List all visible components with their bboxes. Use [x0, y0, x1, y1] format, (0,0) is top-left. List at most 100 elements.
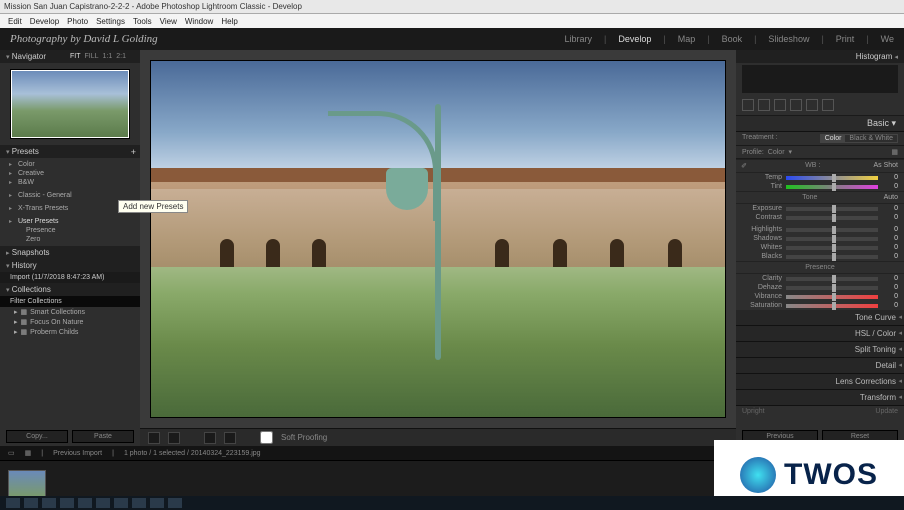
clarity-slider[interactable]	[786, 277, 878, 281]
exposure-value[interactable]: 0	[882, 205, 898, 212]
menu-window[interactable]: Window	[185, 17, 213, 26]
tint-slider[interactable]	[786, 185, 878, 189]
module-web[interactable]: We	[881, 34, 894, 44]
vibrance-value[interactable]: 0	[882, 293, 898, 300]
filmstrip-thumb[interactable]	[8, 470, 46, 498]
preset-zero[interactable]: Zero	[4, 235, 136, 244]
before-after-icon[interactable]	[168, 432, 180, 444]
saturation-slider[interactable]	[786, 304, 878, 308]
treatment-color[interactable]: Color	[821, 135, 846, 142]
panel-transform[interactable]: Transform	[736, 390, 904, 406]
blacks-value[interactable]: 0	[882, 253, 898, 260]
panel-split-toning[interactable]: Split Toning	[736, 342, 904, 358]
flag-icon[interactable]	[204, 432, 216, 444]
vibrance-slider[interactable]	[786, 295, 878, 299]
tint-value[interactable]: 0	[882, 183, 898, 190]
shadows-slider[interactable]	[786, 237, 878, 241]
temp-value[interactable]: 0	[882, 174, 898, 181]
preset-group-creative[interactable]: Creative	[4, 169, 136, 178]
nav-zoom-fill[interactable]: FILL	[85, 53, 99, 60]
module-slideshow[interactable]: Slideshow	[768, 34, 809, 44]
basic-panel-header[interactable]: Basic ▾	[736, 116, 904, 132]
panel-detail[interactable]: Detail	[736, 358, 904, 374]
taskbar-item[interactable]	[60, 498, 74, 508]
taskbar-start-icon[interactable]	[6, 498, 20, 508]
navigator-thumbnail[interactable]	[10, 69, 130, 139]
taskbar-item[interactable]	[42, 498, 56, 508]
panel-lens-corrections[interactable]: Lens Corrections	[736, 374, 904, 390]
collection-proberm[interactable]: ▸▦Proberm Childs	[0, 327, 140, 337]
menu-help[interactable]: Help	[221, 17, 237, 26]
menu-edit[interactable]: Edit	[8, 17, 22, 26]
taskbar-item[interactable]	[114, 498, 128, 508]
wb-picker-icon[interactable]: ✐	[736, 162, 752, 170]
preset-group-classic[interactable]: Classic - General	[4, 191, 136, 200]
taskbar-item[interactable]	[24, 498, 38, 508]
history-import-row[interactable]: Import (11/7/2018 8:47:23 AM)	[0, 272, 140, 283]
clarity-value[interactable]: 0	[882, 275, 898, 282]
copy-button[interactable]: Copy...	[6, 430, 68, 443]
nav-zoom-1-1[interactable]: 1:1	[103, 53, 113, 60]
reject-icon[interactable]	[224, 432, 236, 444]
taskbar-item[interactable]	[150, 498, 164, 508]
history-header[interactable]: ▾ History	[0, 259, 140, 272]
module-develop[interactable]: Develop	[618, 34, 651, 44]
menu-settings[interactable]: Settings	[96, 17, 125, 26]
grad-filter-icon[interactable]	[790, 99, 802, 111]
collection-smart[interactable]: ▸▦Smart Collections	[0, 307, 140, 317]
preset-group-color[interactable]: Color	[4, 160, 136, 169]
navigator-header[interactable]: ▾ Navigator FIT FILL 1:1 2:1	[0, 50, 140, 63]
preset-group-bw[interactable]: B&W	[4, 178, 136, 187]
snapshots-header[interactable]: ▸ Snapshots	[0, 246, 140, 259]
preset-presence[interactable]: Presence	[4, 226, 136, 235]
dehaze-slider[interactable]	[786, 286, 878, 290]
treatment-bw[interactable]: Black & White	[845, 135, 897, 142]
menu-view[interactable]: View	[160, 17, 177, 26]
radial-filter-icon[interactable]	[806, 99, 818, 111]
loupe-image[interactable]	[150, 60, 726, 418]
saturation-value[interactable]: 0	[882, 302, 898, 309]
dehaze-value[interactable]: 0	[882, 284, 898, 291]
grid-icon[interactable]: ▦	[25, 449, 32, 457]
preset-group-xtrans[interactable]: X-Trans Presets	[4, 204, 136, 213]
taskbar-item[interactable]	[96, 498, 110, 508]
exposure-slider[interactable]	[786, 207, 878, 211]
whites-slider[interactable]	[786, 246, 878, 250]
taskbar-item[interactable]	[168, 498, 182, 508]
panel-hsl-color[interactable]: HSL / Color	[736, 326, 904, 342]
temp-slider[interactable]	[786, 176, 878, 180]
module-print[interactable]: Print	[836, 34, 855, 44]
upright-update[interactable]: Update	[875, 408, 898, 415]
collections-header[interactable]: ▾ Collections	[0, 283, 140, 296]
menu-develop[interactable]: Develop	[30, 17, 59, 26]
filter-collections[interactable]: Filter Collections	[0, 296, 140, 307]
soft-proofing-checkbox[interactable]	[260, 431, 273, 444]
module-book[interactable]: Book	[722, 34, 743, 44]
highlights-value[interactable]: 0	[882, 226, 898, 233]
blacks-slider[interactable]	[786, 255, 878, 259]
redeye-tool-icon[interactable]	[774, 99, 786, 111]
menu-photo[interactable]: Photo	[67, 17, 88, 26]
spot-tool-icon[interactable]	[758, 99, 770, 111]
wb-preset[interactable]: As Shot	[873, 162, 904, 170]
preset-group-user[interactable]: User Presets	[4, 217, 136, 226]
module-map[interactable]: Map	[678, 34, 696, 44]
nav-zoom-2-1[interactable]: 2:1	[116, 53, 126, 60]
secondary-display-icon[interactable]: ▭	[8, 449, 15, 457]
filmstrip-source[interactable]: Previous Import	[53, 450, 102, 457]
add-preset-icon[interactable]: +	[131, 147, 136, 157]
highlights-slider[interactable]	[786, 228, 878, 232]
panel-tone-curve[interactable]: Tone Curve	[736, 310, 904, 326]
nav-zoom-fit[interactable]: FIT	[70, 53, 81, 60]
paste-button[interactable]: Paste	[72, 430, 134, 443]
contrast-value[interactable]: 0	[882, 214, 898, 221]
profile-value[interactable]: Color	[768, 149, 785, 156]
presets-header[interactable]: ▾ Presets +	[0, 145, 140, 158]
taskbar-item[interactable]	[132, 498, 146, 508]
brush-tool-icon[interactable]	[822, 99, 834, 111]
auto-tone[interactable]: Auto	[884, 194, 904, 201]
contrast-slider[interactable]	[786, 216, 878, 220]
menu-tools[interactable]: Tools	[133, 17, 152, 26]
crop-tool-icon[interactable]	[742, 99, 754, 111]
loupe-view-icon[interactable]	[148, 432, 160, 444]
